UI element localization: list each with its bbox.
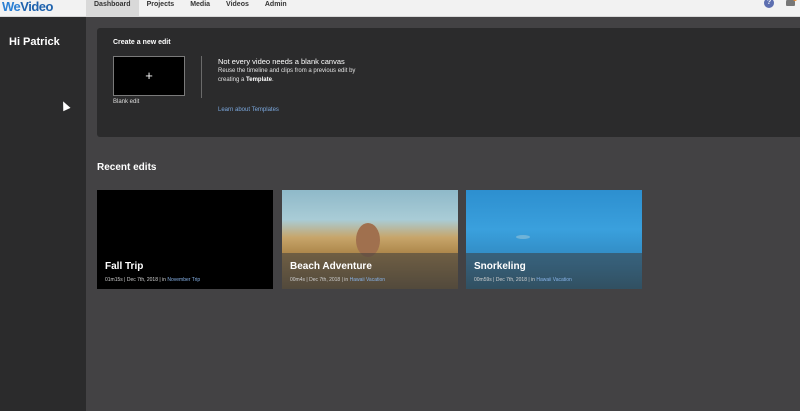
nav-dashboard[interactable]: Dashboard [86, 0, 139, 16]
main-nav: Dashboard Projects Media Videos Admin [86, 0, 295, 16]
card-meta: 00m4s | Dec 7th, 2018 | in Hawaii Vacati… [290, 277, 385, 283]
template-body-text: Reuse the timeline and clips from a prev… [218, 68, 356, 83]
nav-projects[interactable]: Projects [139, 0, 183, 16]
wevideo-logo[interactable]: WeVideo [2, 0, 53, 15]
card-title: Snorkeling [474, 261, 526, 272]
plus-icon: + [145, 68, 153, 83]
greeting-text: Hi Patrick [9, 36, 60, 48]
help-icon[interactable]: ? [764, 0, 774, 8]
template-bold-word: Template [246, 77, 272, 83]
top-nav-bar: WeVideo Dashboard Projects Media Videos … [0, 0, 800, 17]
person-thumbnail-shape [356, 223, 380, 257]
card-meta-text: 00m4s | Dec 7th, 2018 | in [290, 277, 350, 283]
recent-edit-card-snorkeling[interactable]: Snorkeling 00m59s | Dec 7th, 2018 | in H… [466, 190, 642, 289]
template-heading: Not every video needs a blank canvas [218, 57, 345, 66]
logo-part-we: We [2, 0, 21, 14]
card-folder-link[interactable]: Hawaii Vacation [536, 277, 571, 283]
card-folder-link[interactable]: November Trip [167, 277, 200, 283]
recent-edit-card-beach-adventure[interactable]: Beach Adventure 00m4s | Dec 7th, 2018 | … [282, 190, 458, 289]
learn-templates-link[interactable]: Learn about Templates [218, 107, 279, 113]
recent-edits-title: Recent edits [97, 162, 157, 173]
blank-edit-label: Blank edit [113, 99, 140, 105]
nav-videos[interactable]: Videos [218, 0, 257, 16]
logo-part-video: Video [20, 0, 53, 14]
sidebar: Hi Patrick [0, 17, 86, 411]
template-body-end: . [271, 77, 274, 83]
template-description: Reuse the timeline and clips from a prev… [218, 67, 378, 85]
card-meta: 01m15s | Dec 7th, 2018 | in November Tri… [105, 277, 200, 283]
nav-admin[interactable]: Admin [257, 0, 295, 16]
fish-thumbnail-shape [516, 235, 530, 239]
blank-edit-button[interactable]: + [113, 56, 185, 96]
nav-media[interactable]: Media [182, 0, 218, 16]
card-meta-text: 00m59s | Dec 7th, 2018 | in [474, 277, 537, 283]
bell-icon[interactable] [786, 0, 797, 6]
card-title: Beach Adventure [290, 261, 372, 272]
create-edit-title: Create a new edit [113, 39, 171, 46]
panel-divider [201, 56, 202, 98]
card-title: Fall Trip [105, 261, 144, 272]
recent-edit-card-fall-trip[interactable]: Fall Trip 01m15s | Dec 7th, 2018 | in No… [97, 190, 273, 289]
card-meta: 00m59s | Dec 7th, 2018 | in Hawaii Vacat… [474, 277, 572, 283]
card-folder-link[interactable]: Hawaii Vacation [350, 277, 385, 283]
card-meta-text: 01m15s | Dec 7th, 2018 | in [105, 277, 168, 283]
create-edit-panel: Create a new edit + Blank edit Not every… [97, 28, 800, 137]
cursor-icon [59, 99, 71, 112]
